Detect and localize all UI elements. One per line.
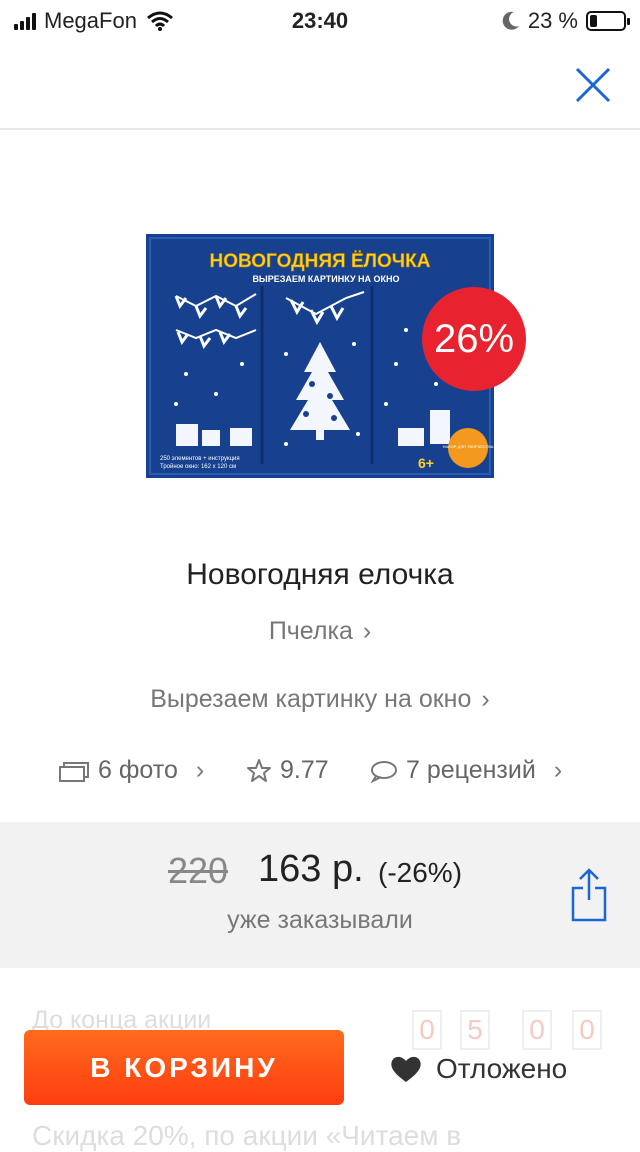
countdown-digit: 0: [572, 1010, 602, 1050]
old-price: 220: [168, 850, 229, 891]
chevron-right-icon: ›: [553, 756, 563, 784]
saved-button[interactable]: Отложено: [390, 1046, 567, 1092]
top-bar: [0, 42, 640, 130]
discount-percent: (-26%): [378, 857, 463, 888]
star-icon: [247, 758, 271, 782]
photos-link[interactable]: 6 фото ›: [58, 756, 204, 785]
cover-subline: ВЫРЕЗАЕМ КАРТИНКУ НА ОКНО: [252, 274, 399, 284]
heart-icon: [391, 1056, 421, 1082]
add-to-cart-button[interactable]: В КОРЗИНУ: [24, 1030, 344, 1105]
countdown-digit: 5: [460, 1010, 490, 1050]
moon-icon: [502, 11, 519, 30]
ordered-note: уже заказывали: [227, 906, 413, 934]
discount-badge: 26%: [422, 287, 526, 391]
cover-info-elements: 250 элементов + инструкция: [160, 456, 240, 462]
product-title: Новогодняя елочка: [186, 558, 454, 591]
saved-label: Отложено: [436, 1053, 568, 1084]
close-icon[interactable]: [572, 64, 614, 106]
share-icon[interactable]: [570, 868, 608, 924]
cover-seal: НАБОР ДЛЯ ТВОРЧЕСТВА: [443, 444, 494, 449]
series-name: Вырезаем картинку на окно: [150, 685, 472, 713]
publisher-name: Пчелка: [268, 617, 353, 645]
chevron-right-icon: ›: [362, 617, 372, 645]
price-box: 220 163 р. (-26%) уже заказывали: [0, 822, 640, 968]
cover-age: 6+: [418, 455, 434, 471]
cover-headline: НОВОГОДНЯЯ ЁЛОЧКА: [210, 251, 431, 272]
comment-icon: [370, 760, 397, 783]
battery-icon: [586, 11, 630, 31]
chevron-right-icon: ›: [195, 756, 205, 784]
status-bar: MegaFon 23:40 23 %: [0, 0, 640, 42]
cover-info-size: Тройное окно: 162 x 120 см: [160, 463, 236, 470]
chevron-right-icon: ›: [481, 685, 490, 713]
photos-icon: [59, 761, 89, 782]
countdown-digit: 0: [522, 1010, 552, 1050]
reviews-count: 7 рецензий: [406, 756, 536, 784]
series-link[interactable]: Вырезаем картинку на окно ›: [0, 685, 640, 714]
photos-count: 6 фото: [98, 756, 178, 784]
product-meta-row: 6 фото › 9.77 7 рецензий ›: [0, 752, 640, 792]
countdown-digit: 0: [412, 1010, 442, 1050]
rating-value: 9.77: [280, 756, 329, 784]
new-price: 163 р.: [258, 848, 364, 890]
publisher-link[interactable]: Пчелка ›: [0, 617, 640, 646]
reviews-link[interactable]: 7 рецензий ›: [370, 756, 562, 785]
battery-percent: 23 %: [527, 8, 578, 33]
rating: 9.77: [246, 756, 329, 785]
promo-discount-text: Скидка 20%, по акции «Читаем в: [32, 1120, 462, 1151]
